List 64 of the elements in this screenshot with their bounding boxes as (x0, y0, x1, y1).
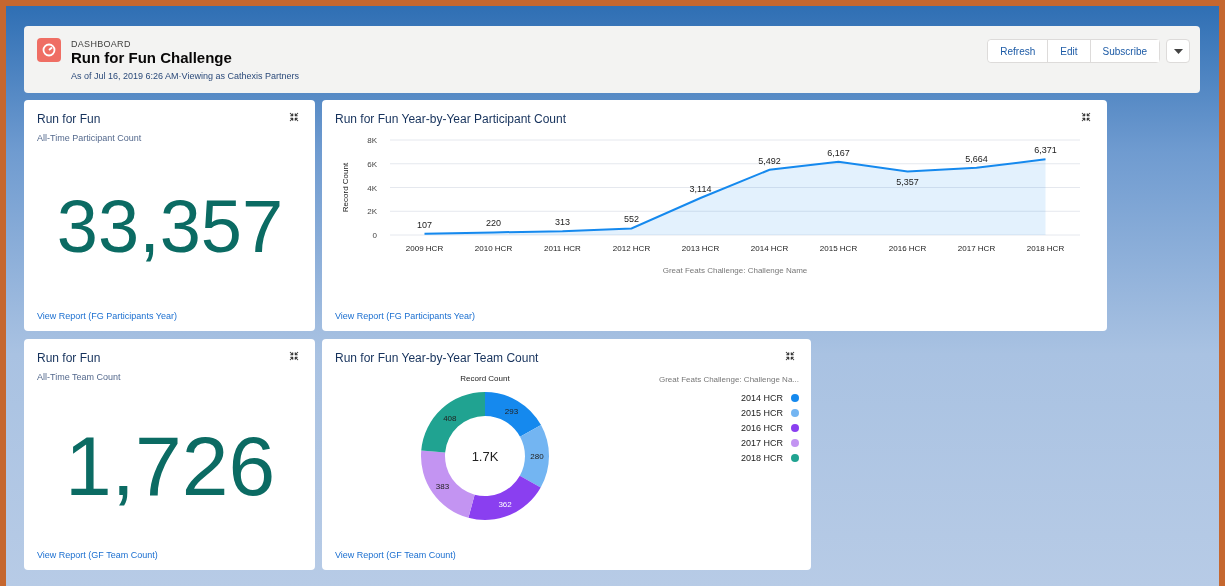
metric-value: 1,726 (64, 424, 276, 508)
donut-slice (421, 392, 485, 453)
dashboard-subtitle: As of Jul 16, 2019 6:26 AM·Viewing as Cathexis Partners (71, 70, 300, 81)
data-label: 107 (417, 219, 432, 230)
axis-tick-label: 6K (367, 159, 377, 169)
dashboard-icon (37, 38, 61, 62)
view-report-link[interactable]: View Report (FG Participants Year) (335, 311, 475, 321)
axis-tick-label: 2017 HCR (957, 244, 996, 253)
data-label: 552 (624, 214, 639, 225)
axis-tick-label: 2014 HCR (750, 244, 789, 253)
axis-tick-label: 2016 HCR (888, 244, 927, 253)
data-label: 383 (435, 481, 450, 491)
page-type-label: DASHBOARD (71, 38, 132, 49)
legend-label: 2018 HCR (740, 453, 783, 463)
data-label: 5,492 (758, 155, 781, 166)
expand-icon[interactable] (785, 351, 795, 361)
data-label: 5,664 (965, 153, 988, 164)
expand-icon[interactable] (1081, 112, 1091, 122)
expand-icon[interactable] (289, 112, 299, 122)
card-title: Run for Fun Year-by-Year Participant Count (335, 112, 567, 126)
axis-tick-label: 2013 HCR (681, 244, 720, 253)
view-report-link[interactable]: View Report (GF Team Count) (37, 550, 158, 560)
data-label: 293 (504, 407, 519, 417)
data-label: 220 (486, 218, 501, 229)
header-button[interactable]: Subscribe (1089, 40, 1159, 62)
data-label: 313 (555, 217, 570, 228)
more-actions-button[interactable] (1166, 39, 1190, 63)
data-label: 6,371 (1034, 145, 1057, 156)
caret-icon (1173, 48, 1183, 54)
total-label: 1.7K (471, 449, 499, 464)
axis-tick-label: 2K (367, 207, 377, 217)
data-label: 408 (443, 413, 457, 423)
card-title: Run for Fun (37, 351, 101, 365)
legend-label: 2016 HCR (740, 423, 783, 433)
axis-tick-label: 4K (367, 183, 377, 193)
chart-title: Record Count (460, 374, 510, 383)
data-label: 362 (498, 499, 512, 509)
data-label: 6,167 (827, 147, 850, 158)
axis-tick-label: 2015 HCR (819, 244, 858, 253)
expand-icon[interactable] (289, 351, 299, 361)
data-label: 3,114 (689, 184, 712, 194)
dashboard-title: Run for Fun Challenge (71, 48, 233, 66)
legend-title: Great Feats Challenge: Challenge Na... (658, 375, 799, 384)
view-report-link[interactable]: View Report (GF Team Count) (335, 550, 456, 560)
axis-tick-label: 2018 HCR (1026, 244, 1065, 253)
axis-tick-label: 2009 HCR (405, 244, 444, 253)
card-title: Run for Fun Year-by-Year Team Count (335, 351, 539, 365)
data-label: 280 (530, 452, 544, 462)
data-label: 5,357 (896, 177, 919, 188)
axis-tick-label: 2011 HCR (544, 244, 581, 253)
view-report-link[interactable]: View Report (FG Participants Year) (37, 311, 177, 321)
metric-value: 33,357 (56, 190, 284, 264)
legend-label: 2015 HCR (740, 408, 783, 418)
legend-label: 2017 HCR (740, 438, 783, 448)
axis-tick-label: 2012 HCR (612, 244, 651, 253)
card-subtitle: All-Time Team Count (37, 372, 122, 382)
axis-tick-label: 2010 HCR (474, 244, 513, 253)
axis-tick-label: 8K (367, 136, 377, 145)
legend-label: 2014 HCR (740, 393, 783, 403)
axis-tick-label: 0 (372, 231, 377, 240)
card-subtitle: All-Time Participant Count (37, 133, 143, 143)
card-title: Run for Fun (37, 112, 101, 126)
axis-title: Record Count (341, 162, 350, 213)
axis-title: Great Feats Challenge: Challenge Name (662, 266, 808, 275)
